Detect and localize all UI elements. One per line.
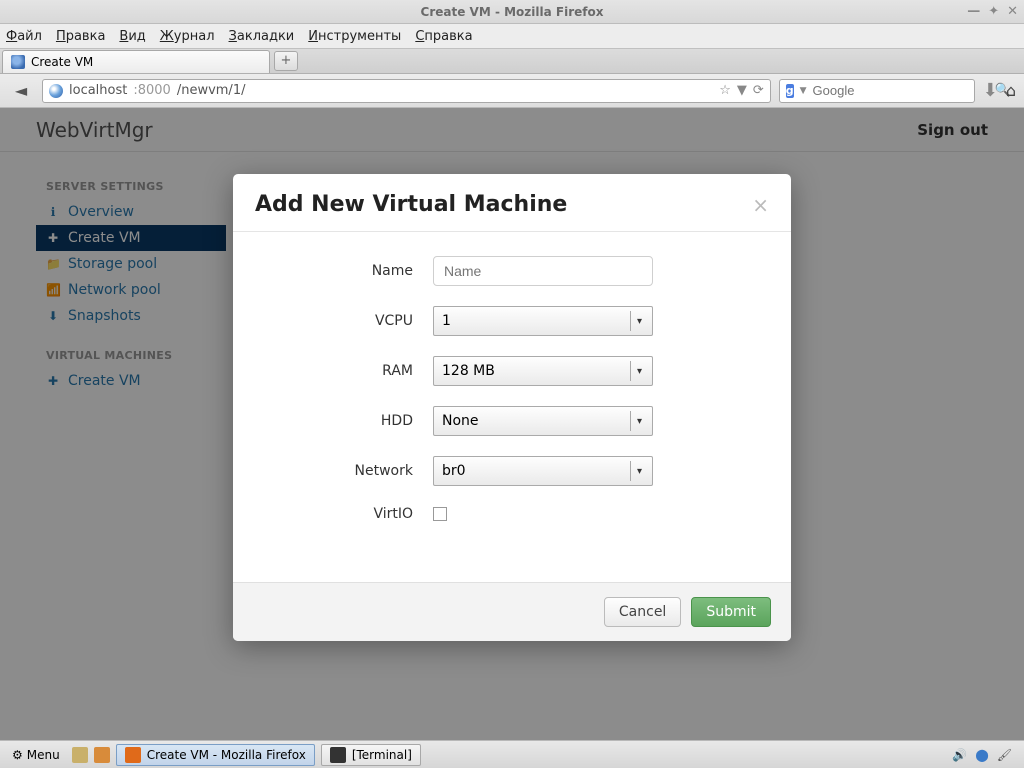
menu-edit[interactable]: Правка [56,29,105,44]
tab-favicon-icon [11,55,25,69]
launcher-icon[interactable] [94,747,110,763]
gear-icon: ⚙ [12,748,23,762]
url-bar[interactable]: localhost :8000/newvm/1/ ☆ ▼ ⟳ [42,79,771,103]
bookmark-star-icon[interactable]: ☆ [719,83,731,98]
window-close-icon[interactable]: ✕ [1007,4,1018,19]
virtio-checkbox[interactable] [433,507,447,521]
chevron-down-icon: ▾ [630,311,648,331]
modal-title: Add New Virtual Machine [255,192,567,217]
chevron-down-icon: ▾ [630,361,648,381]
menu-history[interactable]: Журнал [160,29,215,44]
window-maximize-icon[interactable]: ✦ [988,4,999,19]
volume-icon[interactable]: 🔊 [952,748,967,762]
task-terminal[interactable]: [Terminal] [321,744,421,766]
shield-icon[interactable]: ⬤ [975,748,988,762]
search-input[interactable] [813,83,989,98]
window-minimize-icon[interactable]: — [967,4,980,19]
modal-dialog: Add New Virtual Machine × Name VCPU 1▾ R… [233,174,791,641]
modal-body: Name VCPU 1▾ RAM 128 MB▾ HDD None▾ Netwo… [233,232,791,582]
dropdown-caret-icon[interactable]: ▼ [737,83,747,98]
terminal-icon [330,747,346,763]
modal-header: Add New Virtual Machine × [233,174,791,232]
chevron-down-icon: ▾ [630,461,648,481]
browser-menubar: Файл Правка Вид Журнал Закладки Инструме… [0,24,1024,48]
tab-strip: Create VM + [0,48,1024,74]
network-select[interactable]: br0▾ [433,456,653,486]
show-desktop-icon[interactable] [72,747,88,763]
menu-view[interactable]: Вид [119,29,145,44]
label-ram: RAM [255,363,413,379]
cancel-button[interactable]: Cancel [604,597,681,627]
url-host: localhost [69,83,127,98]
menu-tools[interactable]: Инструменты [308,29,401,44]
globe-icon [49,84,63,98]
menu-file[interactable]: Файл [6,29,42,44]
modal-footer: Cancel Submit [233,582,791,641]
new-tab-button[interactable]: + [274,51,298,71]
taskbar: ⚙ Menu Create VM - Mozilla Firefox [Term… [0,740,1024,768]
label-name: Name [255,263,413,279]
home-icon[interactable]: ⌂ [1006,81,1016,100]
url-path: /newvm/1/ [177,83,246,98]
label-virtio: VirtIO [255,506,413,522]
modal-overlay: Add New Virtual Machine × Name VCPU 1▾ R… [0,108,1024,740]
modal-close-icon[interactable]: × [752,195,769,215]
browser-toolbar: ◄ localhost:8000/newvm/1/ ☆ ▼ ⟳ g ▼ 🔍 ⬇ … [0,74,1024,108]
downloads-icon[interactable]: ⬇ [983,80,998,101]
system-tray: 🔊 ⬤ 🖌 [952,748,1018,762]
chevron-down-icon: ▾ [630,411,648,431]
search-bar[interactable]: g ▼ 🔍 [779,79,975,103]
label-hdd: HDD [255,413,413,429]
menu-help[interactable]: Справка [415,29,472,44]
start-menu-button[interactable]: ⚙ Menu [6,746,66,764]
vcpu-select[interactable]: 1▾ [433,306,653,336]
browser-tab[interactable]: Create VM [2,50,270,73]
ram-select[interactable]: 128 MB▾ [433,356,653,386]
task-firefox[interactable]: Create VM - Mozilla Firefox [116,744,315,766]
refresh-icon[interactable]: ⟳ [753,83,764,98]
back-button[interactable]: ◄ [8,79,34,103]
window-titlebar: Create VM - Mozilla Firefox — ✦ ✕ [0,0,1024,24]
name-input[interactable] [433,256,653,286]
brush-icon[interactable]: 🖌 [997,748,1012,762]
label-network: Network [255,463,413,479]
label-vcpu: VCPU [255,313,413,329]
url-port: :8000 [133,83,170,98]
hdd-select[interactable]: None▾ [433,406,653,436]
menu-bookmarks[interactable]: Закладки [229,29,295,44]
window-title: Create VM - Mozilla Firefox [421,5,604,19]
firefox-icon [125,747,141,763]
google-icon: g [786,84,794,98]
search-caret-icon[interactable]: ▼ [800,86,807,96]
submit-button[interactable]: Submit [691,597,771,627]
tab-title: Create VM [31,55,93,69]
